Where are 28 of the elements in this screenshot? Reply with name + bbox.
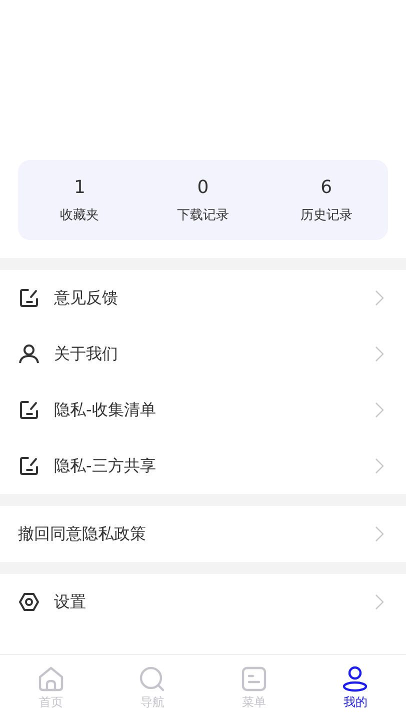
edit-icon [19,456,39,476]
home-icon [38,666,64,692]
menu-item[interactable]: 隐私-三方共享 [0,438,406,494]
menu-icon [240,666,267,692]
tab[interactable]: 我的 [304,655,406,722]
menu-item[interactable]: 隐私-收集清单 [0,382,406,438]
edit-icon [19,288,39,308]
stat-value: 1 [74,176,86,198]
stat-value: 0 [197,176,209,198]
menu-item[interactable]: 撤回同意隐私政策 [0,506,406,562]
stat-label: 收藏夹 [60,206,100,224]
menu-item[interactable]: 意见反馈 [0,270,406,326]
menu-item[interactable]: 关于我们 [0,326,406,382]
settings-icon [19,592,39,612]
chevron-icon [374,594,384,610]
chevron-icon [374,458,384,474]
chevron-icon [374,402,384,418]
person-icon [18,344,40,364]
person-icon [342,666,368,692]
chevron-icon [374,526,384,542]
chevron-icon [374,346,384,362]
stat-label: 历史记录 [300,206,352,224]
search-icon [139,666,166,692]
menu-item[interactable]: 设置 [0,574,406,630]
stat-label: 下载记录 [176,206,229,224]
stat-value: 6 [320,176,332,198]
chevron-icon [374,290,384,306]
edit-icon [19,400,39,420]
